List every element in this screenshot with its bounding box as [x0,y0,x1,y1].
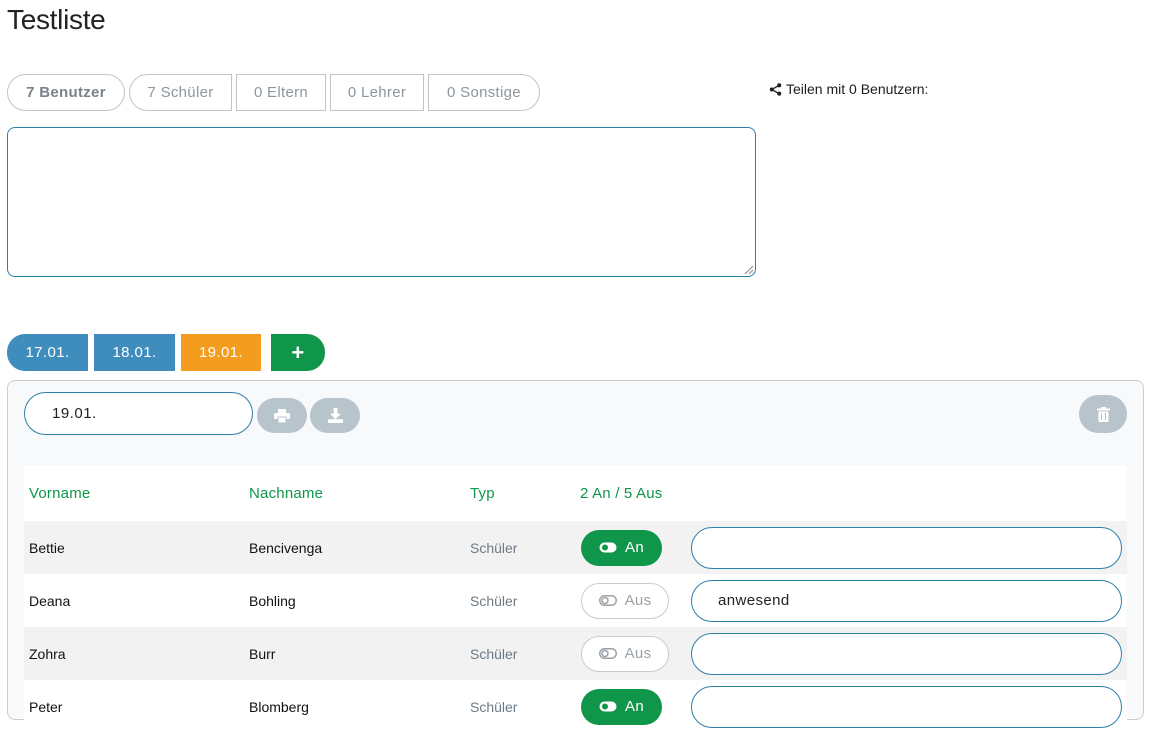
add-date-button[interactable]: + [271,334,325,371]
toggle-label: An [625,698,644,715]
cell-type: Schüler [470,698,518,715]
table-header: Vorname Nachname Typ 2 An / 5 Aus [24,465,1127,521]
header-first-name[interactable]: Vorname [29,485,90,502]
cell-first-name: Peter [29,698,63,715]
share-label: Teilen mit 0 Benutzern: [786,81,929,97]
cell-first-name: Zohra [29,645,66,662]
tab-date-17[interactable]: 17.01. [7,334,88,371]
attendance-toggle[interactable]: Aus [581,635,669,672]
comment-input[interactable] [691,632,1122,675]
trash-icon [1096,406,1110,422]
tab-date-19[interactable]: 19.01. [181,334,261,371]
table-row: Peter Blomberg Schüler An [24,680,1127,733]
notes-textarea[interactable] [7,127,756,277]
date-tabs: 17.01. 18.01. 19.01. + [7,334,331,371]
cell-first-name: Deana [29,592,71,609]
table-row: Bettie Bencivenga Schüler An [24,521,1127,574]
toggle-off-icon [598,648,617,659]
cell-type: Schüler [470,539,518,556]
attendance-panel: 19.01. Vorname Nachname Typ 2 An / 5 Aus [7,380,1144,733]
cell-type: Schüler [470,645,518,662]
filter-all-users[interactable]: 7 Benutzer [7,74,125,111]
attendance-table: Vorname Nachname Typ 2 An / 5 Aus Bettie… [24,465,1127,733]
filter-parents[interactable]: 0 Eltern [236,74,326,111]
toggle-label: An [625,539,644,556]
share-link[interactable]: Teilen mit 0 Benutzern: [769,81,928,97]
table-row: Deana Bohling Schüler Aus anwesend [24,574,1127,627]
print-icon [274,408,290,423]
resize-grip-icon[interactable] [743,264,753,274]
header-last-name[interactable]: Nachname [249,485,323,502]
tab-date-18[interactable]: 18.01. [94,334,175,371]
cell-last-name: Blomberg [249,698,309,715]
cell-type: Schüler [470,592,518,609]
share-icon [769,82,782,96]
toggle-on-icon [599,542,617,553]
comment-input[interactable]: anwesend [691,579,1122,622]
attendance-toggle[interactable]: An [581,529,662,566]
filter-teachers[interactable]: 0 Lehrer [330,74,424,111]
cell-last-name: Burr [249,645,276,662]
user-filter-group: 7 Benutzer 7 Schüler 0 Eltern 0 Lehrer 0… [7,74,544,111]
header-status-summary[interactable]: 2 An / 5 Aus [580,485,662,502]
cell-last-name: Bohling [249,592,296,609]
toggle-off-icon [598,595,617,606]
table-row: Zohra Burr Schüler Aus [24,627,1127,680]
filter-students[interactable]: 7 Schüler [129,74,232,111]
attendance-toggle[interactable]: Aus [581,582,669,619]
page-title: Testliste [7,4,106,35]
toggle-label: Aus [624,592,652,609]
comment-input[interactable] [691,685,1122,728]
download-icon [327,408,343,423]
attendance-toggle[interactable]: An [581,688,662,725]
date-name-input[interactable]: 19.01. [24,392,253,435]
filter-others[interactable]: 0 Sonstige [428,74,540,111]
delete-button[interactable] [1079,395,1127,433]
comment-input[interactable] [691,526,1122,569]
download-button[interactable] [310,398,360,433]
cell-first-name: Bettie [29,539,65,556]
toggle-on-icon [599,701,617,712]
header-type[interactable]: Typ [470,485,495,502]
toggle-label: Aus [624,645,652,662]
cell-last-name: Bencivenga [249,539,323,556]
print-button[interactable] [257,398,307,433]
